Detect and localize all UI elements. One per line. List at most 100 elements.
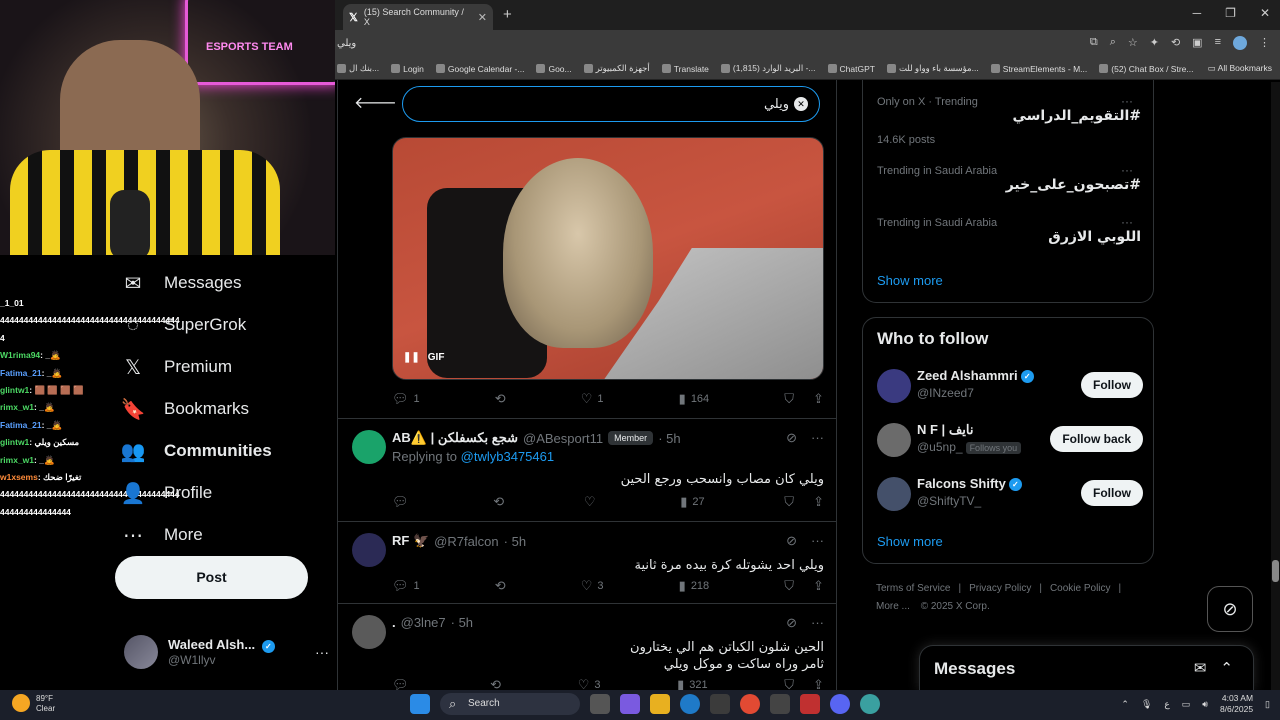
cast-icon[interactable]: ⧉ — [1090, 36, 1098, 50]
volume-icon[interactable]: 🔊︎ — [1202, 699, 1208, 710]
avatar[interactable] — [352, 533, 386, 567]
follow-suggestion[interactable]: N F | نايف @u5np_ Follows you Follow back — [877, 420, 1143, 460]
bookmark-item[interactable]: ChatGPT — [827, 64, 875, 74]
nav-item-supergrok[interactable]: ◌ SuperGrok — [120, 304, 330, 346]
tweet-author-handle[interactable]: @ABesport11 — [523, 431, 603, 446]
weather-widget[interactable]: 89°F Clear — [12, 694, 55, 714]
windows-start-icon[interactable] — [410, 694, 430, 714]
media-icon[interactable]: ≡ — [1215, 36, 1221, 50]
footer-link[interactable]: Terms of Service — [876, 583, 950, 594]
grok-icon[interactable]: ⊘ — [786, 430, 797, 446]
share-icon[interactable]: ⇪ — [813, 578, 824, 594]
chrome-icon[interactable] — [740, 694, 760, 714]
bookmark-icon[interactable]: ⛉ — [784, 391, 794, 407]
grok-icon[interactable]: ⊘ — [1207, 586, 1253, 632]
repost-action[interactable]: ⟲ — [493, 494, 504, 510]
follow-button[interactable]: Follow back — [1050, 426, 1143, 452]
more-dots-icon[interactable]: ··· — [315, 644, 329, 660]
like-action[interactable]: ♡ 3 — [578, 677, 601, 690]
restore-icon[interactable]: ❐ — [1225, 6, 1236, 20]
edge-icon[interactable] — [680, 694, 700, 714]
tweet[interactable]: AB⚠️ | شجع بكسفلكن @ABesport11 Member · 5h ⊘… — [338, 418, 836, 521]
avatar[interactable] — [877, 477, 911, 511]
more-dots-icon[interactable]: ··· — [811, 615, 824, 631]
address-text[interactable]: ويلي — [337, 38, 356, 49]
address-bar[interactable]: ويلي ⧉ ⌕ ☆ ✦ ⟲ ▣ ≡ ⋮ — [335, 30, 1280, 58]
expand-icon[interactable]: ⌃ — [1220, 659, 1233, 677]
trend-item[interactable]: Only on X · Trending ··· #التقويم_الدراسي 1… — [877, 94, 1141, 146]
clear-search-icon[interactable]: ✕ — [794, 97, 808, 111]
scrollbar-thumb[interactable] — [1272, 560, 1279, 582]
task-view-icon[interactable] — [590, 694, 610, 714]
share-icon[interactable]: ⇪ — [813, 677, 824, 690]
mic-icon[interactable]: 🎙︎ — [1141, 699, 1152, 710]
avatar[interactable] — [352, 430, 386, 464]
tweet-author-handle[interactable]: @R7falcon — [434, 534, 499, 549]
views-action[interactable]: ▮ 27 — [680, 494, 704, 510]
puzzle-icon[interactable]: ▣ — [1192, 36, 1202, 50]
like-action[interactable]: ♡ — [584, 494, 601, 510]
file-explorer-icon[interactable] — [650, 694, 670, 714]
footer-more[interactable]: More ... — [876, 601, 910, 612]
tray-chevron-icon[interactable]: ⌃ — [1121, 699, 1129, 710]
more-dots-icon[interactable]: ··· — [1121, 163, 1133, 177]
bookmark-icon[interactable]: ⛉ — [784, 494, 794, 510]
gif-media[interactable]: ❚❚ GIF — [392, 137, 824, 380]
reply-action[interactable]: 💬︎ 1 — [392, 578, 420, 594]
copilot-icon[interactable] — [620, 694, 640, 714]
app-icon[interactable] — [800, 694, 820, 714]
follow-name[interactable]: Zeed Alshammri — [917, 368, 1018, 383]
nav-item-bookmarks[interactable]: 🔖 Bookmarks — [120, 388, 330, 430]
show-more-link[interactable]: Show more — [877, 273, 943, 288]
views-action[interactable]: ▮ 218 — [679, 578, 710, 594]
search-input[interactable] — [402, 86, 820, 122]
more-dots-icon[interactable]: ··· — [811, 430, 824, 446]
trend-item[interactable]: Trending in Saudi Arabia ··· اللوبي الازرق — [877, 215, 1141, 245]
follow-suggestion[interactable]: Falcons Shifty ✓ @ShiftyTV_ Follow — [877, 474, 1143, 514]
messages-drawer[interactable]: Messages ✉ ⌃ — [919, 645, 1254, 690]
sync-icon[interactable]: ⟲ — [1171, 36, 1180, 50]
bookmark-item[interactable]: Login — [391, 64, 424, 74]
avatar[interactable] — [877, 369, 911, 403]
menu-icon[interactable]: ⋮ — [1259, 36, 1270, 50]
page-scrollbar[interactable] — [1271, 82, 1280, 690]
chrome-profile-icon[interactable] — [860, 694, 880, 714]
views-action[interactable]: ▮ 164 — [679, 391, 710, 407]
back-arrow-icon[interactable]: 🡐 — [354, 92, 397, 113]
repost-action[interactable]: ⟲ — [495, 578, 506, 594]
grok-icon[interactable]: ⊘ — [786, 533, 797, 549]
zoom-icon[interactable]: ⌕ — [1110, 36, 1116, 50]
bookmark-item[interactable]: StreamElements - M... — [990, 64, 1087, 74]
obs-icon[interactable] — [770, 694, 790, 714]
reply-action[interactable]: 💬︎ — [392, 677, 414, 690]
bookmark-item[interactable]: مؤسسة باء وواو للت... — [886, 63, 979, 74]
avatar[interactable] — [352, 615, 386, 649]
share-icon[interactable]: ⇪ — [813, 494, 824, 510]
like-action[interactable]: ♡ 1 — [581, 391, 604, 407]
bookmark-item[interactable]: أجهزة الكمبيوتر — [583, 63, 650, 74]
avatar[interactable] — [877, 423, 911, 457]
star-icon[interactable]: ☆ — [1128, 36, 1138, 50]
tweet-author-name[interactable]: AB⚠️ | شجع بكسفلكن — [392, 430, 518, 446]
nav-item-profile[interactable]: 👤 Profile — [120, 472, 330, 514]
views-action[interactable]: ▮ 321 — [677, 677, 708, 690]
follow-suggestion[interactable]: Zeed Alshammri ✓ @INzeed7 Follow — [877, 366, 1143, 406]
new-tab-icon[interactable]: + — [503, 6, 512, 23]
bookmark-item[interactable]: Goo... — [536, 64, 572, 74]
taskbar-search[interactable]: Search — [440, 693, 580, 715]
clock[interactable]: 4:03 AM 8/6/2025 — [1220, 693, 1253, 715]
browser-tab[interactable]: 𝕏 (15) Search Community / X ✕ — [343, 4, 493, 30]
show-more-link[interactable]: Show more — [877, 534, 943, 549]
network-icon[interactable]: ▭ — [1182, 699, 1191, 710]
repost-action[interactable]: ⟲ — [490, 677, 501, 690]
like-action[interactable]: ♡ 3 — [581, 578, 604, 594]
nav-item-more[interactable]: ⋯ More — [120, 514, 330, 556]
follow-button[interactable]: Follow — [1081, 372, 1143, 398]
bookmark-item[interactable]: (52) Chat Box / Stre... — [1099, 64, 1193, 74]
extension-icon[interactable]: ✦ — [1150, 36, 1159, 50]
footer-link[interactable]: Cookie Policy — [1050, 583, 1111, 594]
discord-icon[interactable] — [830, 694, 850, 714]
account-switcher[interactable]: Waleed Alsh... ✓ @W1llyv ··· — [124, 632, 329, 672]
tweet[interactable]: RF 🦅 @R7falcon · 5h ⊘ ··· ويلي احد يشوتله كرة… — [338, 521, 836, 603]
close-tab-icon[interactable]: ✕ — [478, 11, 487, 24]
